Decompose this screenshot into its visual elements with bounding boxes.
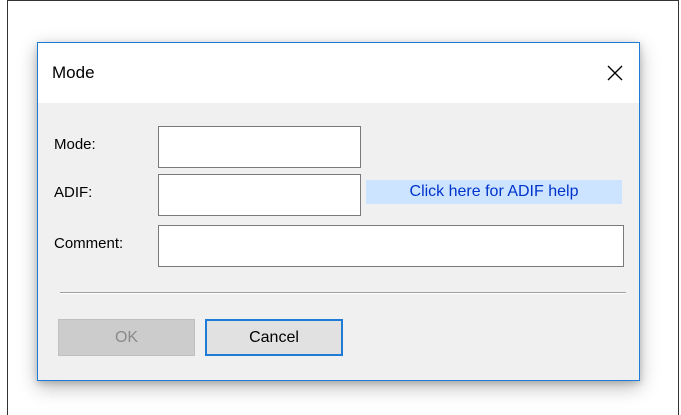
- adif-label: ADIF:: [54, 184, 93, 201]
- mode-dialog: Mode Mode: ADIF: Click here for ADIF hel…: [37, 42, 640, 381]
- ok-button[interactable]: OK: [58, 319, 195, 356]
- mode-input[interactable]: [158, 126, 361, 168]
- close-button[interactable]: [591, 43, 639, 103]
- comment-input[interactable]: [158, 225, 624, 267]
- dialog-titlebar[interactable]: Mode: [38, 43, 639, 103]
- comment-label: Comment:: [54, 235, 124, 252]
- mode-label: Mode:: [54, 136, 96, 153]
- adif-help-link[interactable]: Click here for ADIF help: [366, 180, 622, 204]
- cancel-button[interactable]: Cancel: [205, 319, 343, 356]
- dialog-title: Mode: [52, 63, 95, 82]
- adif-input[interactable]: [158, 174, 361, 216]
- separator: [60, 292, 626, 294]
- close-icon: [607, 65, 623, 81]
